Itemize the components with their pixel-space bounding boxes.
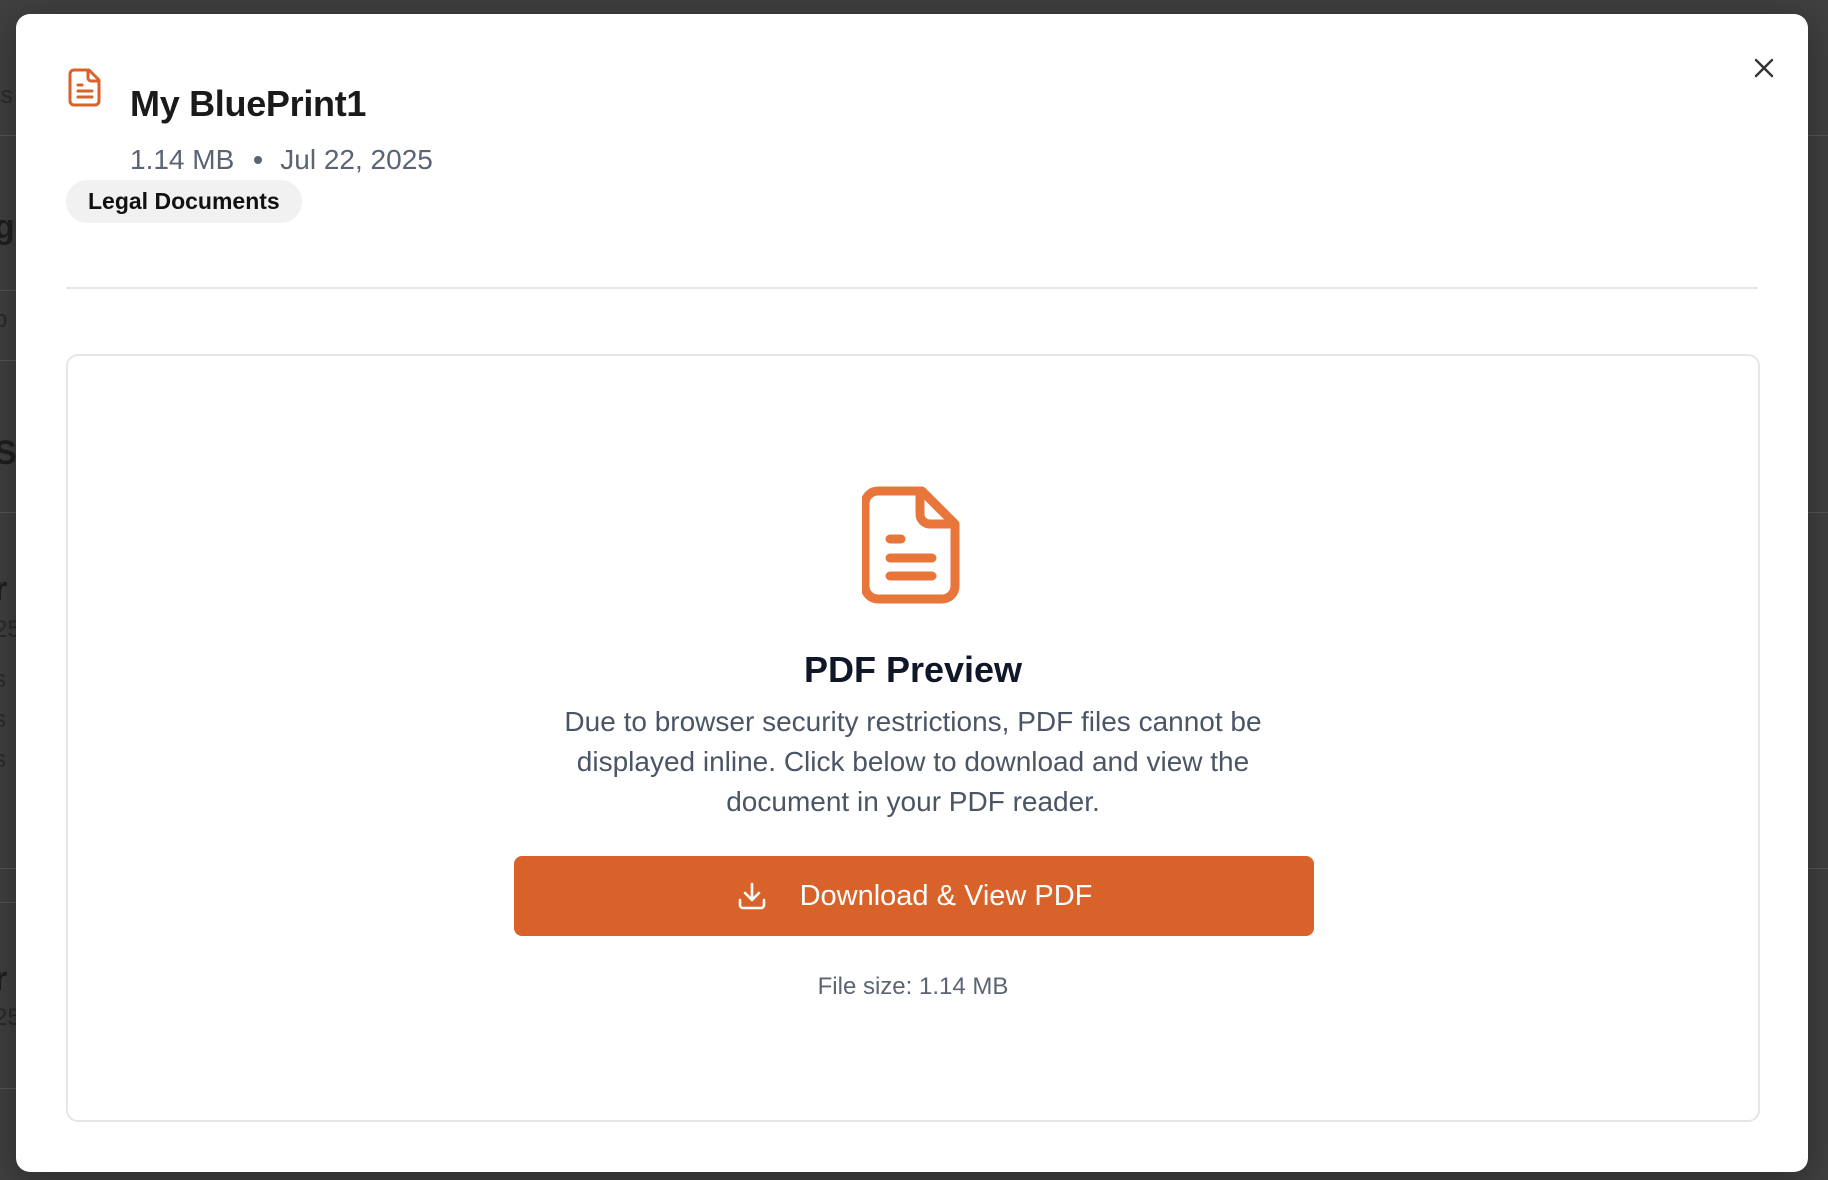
pdf-preview-panel: PDF Preview Due to browser security rest…: [66, 354, 1760, 1122]
close-icon: [1752, 56, 1776, 80]
document-meta: 1.14 MB Jul 22, 2025: [130, 142, 433, 178]
document-title: My BluePrint1: [130, 83, 367, 124]
background-text-fragment: r: [0, 960, 8, 998]
close-button[interactable]: [1744, 48, 1784, 88]
file-size-note: File size: 1.14 MB: [817, 973, 1009, 1000]
background-text-fragment: p: [0, 306, 8, 333]
background-text-fragment: ts: [0, 82, 13, 109]
file-text-icon: [860, 486, 960, 604]
preview-description: Due to browser security restrictions, PD…: [564, 706, 1262, 817]
preview-title: PDF Preview: [803, 649, 1023, 690]
file-size: 1.14 MB: [130, 144, 235, 175]
background-text-fragment: r: [0, 570, 8, 608]
background-text-fragment: s: [0, 706, 6, 733]
background-text-fragment: S: [0, 434, 17, 472]
background-divider: [1808, 135, 1828, 136]
document-preview-modal: My BluePrint1 1.14 MB Jul 22, 2025 Legal…: [16, 14, 1808, 1172]
background-text-fragment: g: [0, 208, 15, 246]
background-divider: [1808, 512, 1828, 513]
background-divider: [1808, 868, 1828, 869]
background-text-fragment: s: [0, 666, 6, 693]
download-button-label: Download & View PDF: [799, 879, 1093, 912]
file-text-icon: [67, 67, 103, 107]
separator-dot: [254, 156, 263, 164]
upload-date: Jul 22, 2025: [280, 144, 433, 175]
download-view-pdf-button[interactable]: Download & View PDF: [514, 856, 1314, 936]
header-divider: [66, 287, 1758, 289]
category-tag: Legal Documents: [66, 180, 302, 223]
download-icon: [736, 880, 768, 912]
background-text-fragment: s: [0, 746, 6, 773]
